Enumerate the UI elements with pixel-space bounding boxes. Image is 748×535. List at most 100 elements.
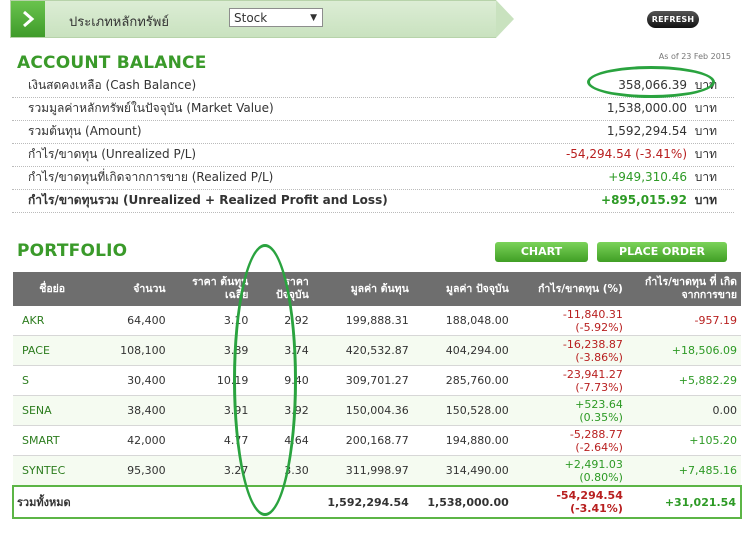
unrealized-pl-row: กำไร/ขาดทุน (Unrealized P/L) -54,294.54 …	[12, 143, 734, 167]
asset-type-bar: ประเภทหลักทรัพย์ Stock ▼	[10, 0, 514, 38]
table-row[interactable]: AKR 64,400 3.10 2.92 199,888.31 188,048.…	[13, 306, 741, 336]
cost-value-cell: 150,004.36	[312, 395, 413, 426]
row-unit: บาท	[694, 170, 717, 184]
avg-cost-cell: 3.27	[169, 455, 253, 487]
unrealized-pl-cell: -11,840.31 (-5.92%)	[512, 306, 627, 336]
qty-cell: 64,400	[91, 306, 170, 336]
unrealized-pl-cell: +523.64 (0.35%)	[512, 395, 627, 426]
dropdown-arrow-icon: ▼	[310, 13, 317, 23]
symbol-cell[interactable]: SENA	[13, 395, 92, 426]
cash-balance-row: เงินสดคงเหลือ (Cash Balance) 358,066.39 …	[12, 74, 734, 98]
portfolio-title: PORTFOLIO	[17, 241, 128, 261]
total-pl-row: กำไร/ขาดทุนรวม (Unrealized + Realized Pr…	[12, 189, 734, 213]
asset-type-select[interactable]: Stock ▼	[229, 8, 323, 27]
col-avg-cost[interactable]: ราคา ต้นทุนเฉลี่ย	[169, 272, 253, 306]
asset-type-value: Stock	[234, 11, 268, 25]
chart-button[interactable]: CHART	[495, 242, 588, 262]
realized-pl-cell: 0.00	[626, 395, 741, 426]
qty-cell: 30,400	[91, 365, 170, 396]
col-unrealized-pl[interactable]: กำไร/ขาดทุน (%)	[512, 272, 627, 306]
unrealized-pl-cell: -5,288.77 (-2.64%)	[512, 425, 627, 456]
unrealized-pl-cell: +2,491.03 (0.80%)	[512, 455, 627, 487]
market-value-cell: 188,048.00	[412, 306, 513, 336]
total-row: รวมทั้งหมด 1,592,294.54 1,538,000.00 -54…	[11, 485, 743, 519]
col-market-value[interactable]: มูลค่า ปัจจุบัน	[412, 272, 513, 306]
row-label: รวมต้นทุน (Amount)	[28, 124, 142, 138]
table-row[interactable]: S 30,400 10.19 9.40 309,701.27 285,760.0…	[13, 365, 741, 396]
amount-row: รวมต้นทุน (Amount) 1,592,294.54 บาท	[12, 120, 734, 144]
row-unit: บาท	[694, 78, 717, 92]
avg-cost-cell: 10.19	[169, 365, 253, 396]
market-value-cell: 404,294.00	[412, 335, 513, 366]
table-row[interactable]: SMART 42,000 4.77 4.64 200,168.77 194,88…	[13, 425, 741, 456]
total-realized-pl-cell: +31,021.54	[626, 485, 743, 519]
realized-pl-cell: +105.20	[626, 425, 741, 456]
col-realized-pl[interactable]: กำไร/ขาดทุน ที่ เกิดจากการขาย	[626, 272, 741, 306]
row-unit: บาท	[694, 101, 717, 115]
place-order-button[interactable]: PLACE ORDER	[597, 242, 727, 262]
realized-pl-row: กำไร/ขาดทุนที่เกิดจากการขาย (Realized P/…	[12, 166, 734, 190]
realized-pl-cell: +7,485.16	[626, 455, 741, 487]
table-row[interactable]: PACE 108,100 3.89 3.74 420,532.87 404,29…	[13, 335, 741, 366]
qty-cell: 108,100	[91, 335, 170, 366]
last-price-cell: 3.74	[252, 335, 313, 366]
last-price-cell: 3.30	[252, 455, 313, 487]
market-value-cell: 194,880.00	[412, 425, 513, 456]
as-of-date: As of 23 Feb 2015	[658, 52, 731, 61]
col-symbol[interactable]: ชื่อย่อ	[13, 272, 92, 306]
row-value: 358,066.39	[618, 78, 687, 92]
qty-cell: 95,300	[91, 455, 170, 487]
row-value: +949,310.46	[608, 170, 687, 184]
unrealized-pl-cell: -16,238.87 (-3.86%)	[512, 335, 627, 366]
row-unit: บาท	[694, 147, 717, 161]
table-header: ชื่อย่อ จำนวน ราคา ต้นทุนเฉลี่ย ราคา ปัจ…	[13, 272, 741, 306]
total-cost-cell: 1,592,294.54	[312, 485, 413, 519]
market-value-cell: 150,528.00	[412, 395, 513, 426]
market-value-row: รวมมูลค่าหลักทรัพย์ในปัจจุบัน (Market Va…	[12, 97, 734, 121]
market-value-cell: 285,760.00	[412, 365, 513, 396]
col-qty[interactable]: จำนวน	[91, 272, 170, 306]
total-qty-cell	[91, 485, 170, 519]
last-price-cell: 4.64	[252, 425, 313, 456]
symbol-cell[interactable]: SYNTEC	[13, 455, 92, 487]
qty-cell: 42,000	[91, 425, 170, 456]
symbol-cell[interactable]: SMART	[13, 425, 92, 456]
table-row[interactable]: SENA 38,400 3.91 3.92 150,004.36 150,528…	[13, 395, 741, 426]
market-value-cell: 314,490.00	[412, 455, 513, 487]
unrealized-pl-cell: -23,941.27 (-7.73%)	[512, 365, 627, 396]
row-value: 1,592,294.54	[606, 124, 687, 138]
row-unit: บาท	[694, 124, 717, 138]
portfolio-table: ชื่อย่อ จำนวน ราคา ต้นทุนเฉลี่ย ราคา ปัจ…	[11, 272, 743, 519]
symbol-cell[interactable]: AKR	[13, 306, 92, 336]
row-value: -54,294.54 (-3.41%)	[565, 147, 687, 161]
row-unit: บาท	[694, 193, 717, 207]
last-price-cell: 3.92	[252, 395, 313, 426]
cost-value-cell: 309,701.27	[312, 365, 413, 396]
row-label: กำไร/ขาดทุนรวม (Unrealized + Realized Pr…	[28, 193, 388, 207]
row-label: เงินสดคงเหลือ (Cash Balance)	[28, 78, 197, 92]
symbol-cell[interactable]: S	[13, 365, 92, 396]
cost-value-cell: 199,888.31	[312, 306, 413, 336]
cost-value-cell: 311,998.97	[312, 455, 413, 487]
cost-value-cell: 420,532.87	[312, 335, 413, 366]
row-label: กำไร/ขาดทุนที่เกิดจากการขาย (Realized P/…	[28, 170, 274, 184]
last-price-cell: 2.92	[252, 306, 313, 336]
total-last-cell	[252, 485, 313, 519]
row-value: +895,015.92	[601, 193, 687, 207]
col-last-price[interactable]: ราคา ปัจจุบัน	[252, 272, 313, 306]
col-cost-value[interactable]: มูลค่า ต้นทุน	[312, 272, 413, 306]
total-market-cell: 1,538,000.00	[412, 485, 513, 519]
refresh-button[interactable]: REFRESH	[647, 11, 699, 28]
table-row[interactable]: SYNTEC 95,300 3.27 3.30 311,998.97 314,4…	[13, 455, 741, 487]
total-label: รวมทั้งหมด	[11, 485, 92, 519]
avg-cost-cell: 3.89	[169, 335, 253, 366]
symbol-cell[interactable]: PACE	[13, 335, 92, 366]
total-avg-cell	[169, 485, 253, 519]
realized-pl-cell: +5,882.29	[626, 365, 741, 396]
row-label: รวมมูลค่าหลักทรัพย์ในปัจจุบัน (Market Va…	[28, 101, 274, 115]
row-label: กำไร/ขาดทุน (Unrealized P/L)	[28, 147, 197, 161]
qty-cell: 38,400	[91, 395, 170, 426]
row-value: 1,538,000.00	[606, 101, 687, 115]
avg-cost-cell: 3.91	[169, 395, 253, 426]
cost-value-cell: 200,168.77	[312, 425, 413, 456]
